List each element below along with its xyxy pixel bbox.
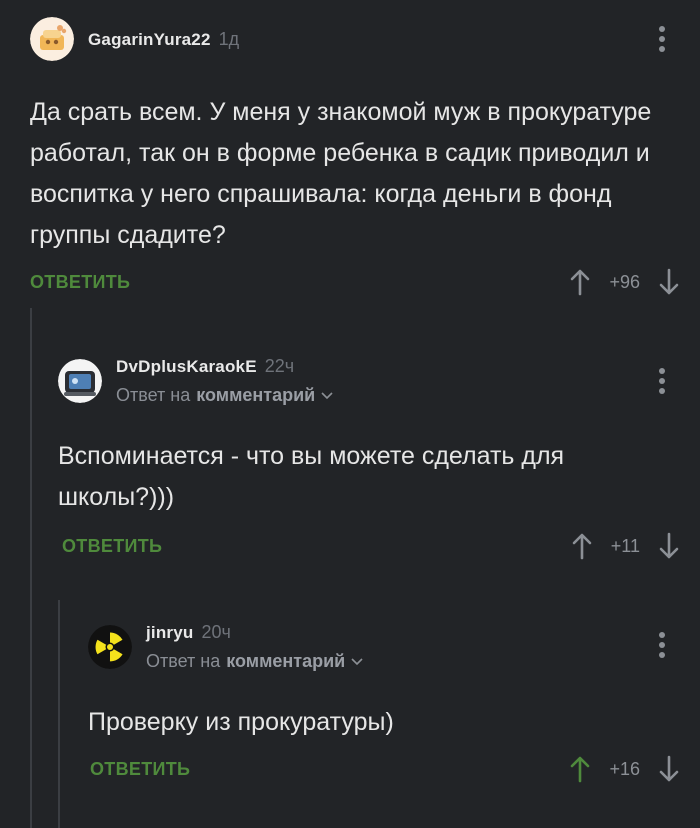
- more-options-icon[interactable]: [656, 630, 668, 660]
- reply-to-target[interactable]: комментарий: [196, 385, 315, 406]
- author-name[interactable]: GagarinYura22: [88, 30, 211, 50]
- comment: GagarinYura22 1д Да срать всем. У меня у…: [0, 0, 700, 300]
- more-options-icon[interactable]: [656, 24, 668, 54]
- chevron-down-icon[interactable]: [321, 391, 333, 400]
- reply-button[interactable]: ОТВЕТИТЬ: [30, 272, 130, 293]
- downvote-arrow-icon[interactable]: [658, 532, 680, 560]
- reply-button[interactable]: ОТВЕТИТЬ: [62, 536, 162, 557]
- comment-age: 20ч: [201, 622, 231, 642]
- comment-age: 22ч: [264, 356, 295, 376]
- downvote-arrow-icon[interactable]: [658, 268, 680, 296]
- rating-value: +96: [609, 271, 640, 292]
- reply-to-target[interactable]: комментарий: [226, 651, 345, 672]
- upvote-arrow-icon[interactable]: [569, 755, 591, 783]
- comment-age: 1д: [218, 28, 240, 49]
- comment: jinryu 20ч Ответ на комментарий Проверку…: [0, 604, 700, 828]
- rating-value: +11: [610, 535, 640, 556]
- user-avatar[interactable]: [30, 17, 74, 61]
- reply-to-link[interactable]: Ответ на комментарий: [116, 385, 333, 406]
- reply-button[interactable]: ОТВЕТИТЬ: [90, 759, 190, 780]
- more-options-icon[interactable]: [656, 366, 668, 396]
- reply-to-link[interactable]: Ответ на комментарий: [146, 651, 363, 672]
- comment-text: Проверку из прокуратуры): [88, 708, 394, 736]
- user-avatar[interactable]: [58, 359, 102, 403]
- comment-text: Вспоминается - что вы можете сделать для…: [58, 442, 565, 511]
- author-name[interactable]: jinryu: [146, 623, 194, 643]
- comment: DvDplusKaraokE 22ч Ответ на комментарий …: [0, 340, 700, 580]
- comment-text: Да срать всем. У меня у знакомой муж в п…: [30, 98, 652, 249]
- chevron-down-icon[interactable]: [351, 657, 363, 666]
- reply-to-prefix: Ответ на: [146, 651, 221, 671]
- downvote-arrow-icon[interactable]: [658, 755, 680, 783]
- radiation-icon[interactable]: [88, 625, 132, 669]
- upvote-arrow-icon[interactable]: [569, 268, 591, 296]
- reply-to-prefix: Ответ на: [116, 385, 191, 405]
- author-name[interactable]: DvDplusKaraokE: [116, 357, 257, 377]
- rating-value: +16: [609, 758, 640, 779]
- upvote-arrow-icon[interactable]: [571, 532, 593, 560]
